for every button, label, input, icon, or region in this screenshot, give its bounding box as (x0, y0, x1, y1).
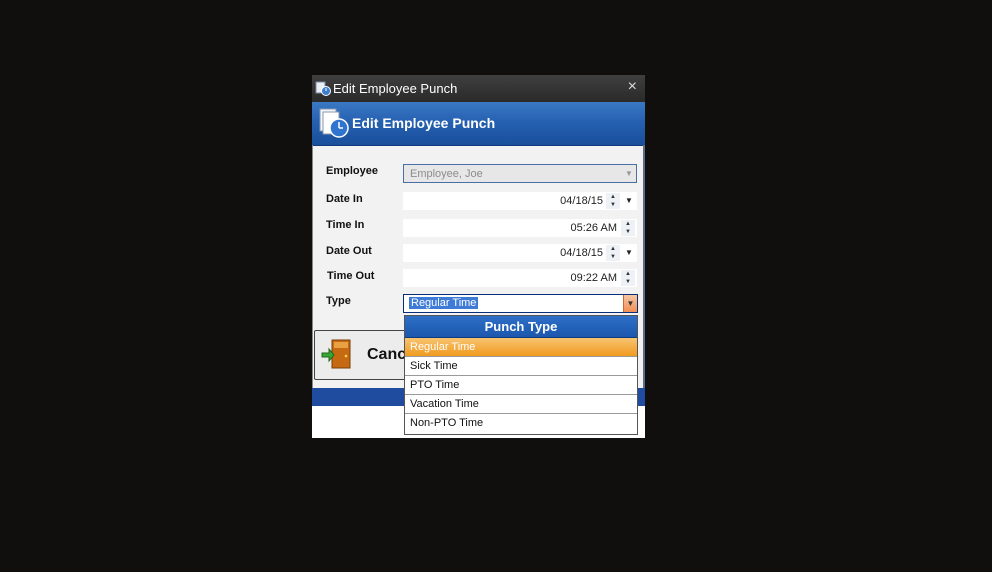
header-banner: Edit Employee Punch (312, 102, 645, 146)
date-out-value: 04/18/15 (560, 247, 603, 259)
chevron-down-icon[interactable]: ▼ (623, 245, 635, 261)
time-in-value: 05:26 AM (570, 222, 617, 234)
time-out-spinner[interactable]: ▲ ▼ (621, 270, 635, 286)
time-out-label: Time Out (327, 270, 375, 282)
employee-label: Employee (326, 165, 378, 177)
right-border (643, 145, 645, 412)
banner-title: Edit Employee Punch (352, 115, 496, 131)
date-out-spinner[interactable]: ▲ ▼ (606, 245, 620, 261)
punch-type-option[interactable]: Regular Time (405, 338, 637, 357)
close-icon[interactable]: × (628, 78, 637, 96)
time-out-field[interactable]: 09:22 AM ▲ ▼ (403, 269, 637, 287)
chevron-down-icon[interactable]: ▼ (623, 166, 635, 182)
date-out-field[interactable]: 04/18/15 ▲ ▼ ▼ (403, 244, 637, 262)
arrow-down-icon[interactable]: ▼ (621, 228, 635, 236)
employee-value: Employee, Joe (410, 168, 483, 180)
date-out-label: Date Out (326, 245, 372, 257)
arrow-down-icon[interactable]: ▼ (621, 278, 635, 286)
punch-clock-icon (319, 108, 349, 138)
type-label: Type (326, 295, 351, 307)
left-border (312, 145, 313, 412)
chevron-down-icon[interactable]: ▼ (623, 193, 635, 209)
time-in-field[interactable]: 05:26 AM ▲ ▼ (403, 219, 637, 237)
date-in-label: Date In (326, 193, 363, 205)
date-in-value: 04/18/15 (560, 195, 603, 207)
date-in-field[interactable]: 04/18/15 ▲ ▼ ▼ (403, 192, 637, 210)
punch-type-option[interactable]: Vacation Time (405, 395, 637, 414)
arrow-up-icon[interactable]: ▲ (621, 220, 635, 228)
window-title: Edit Employee Punch (333, 81, 458, 96)
cancel-button[interactable]: Canc (314, 330, 416, 380)
punch-type-dropdown: Punch Type Regular Time Sick Time PTO Ti… (404, 315, 638, 435)
type-combobox[interactable]: Regular Time ▼ (403, 294, 638, 313)
chevron-down-icon[interactable]: ▼ (623, 295, 637, 312)
punch-type-option[interactable]: PTO Time (405, 376, 637, 395)
arrow-up-icon[interactable]: ▲ (621, 270, 635, 278)
time-in-spinner[interactable]: ▲ ▼ (621, 220, 635, 236)
time-out-value: 09:22 AM (570, 272, 617, 284)
time-in-label: Time In (326, 219, 365, 231)
punch-type-option[interactable]: Non-PTO Time (405, 414, 637, 432)
employee-select[interactable]: Employee, Joe ▼ (403, 164, 637, 183)
punch-type-option[interactable]: Sick Time (405, 357, 637, 376)
arrow-down-icon[interactable]: ▼ (606, 201, 620, 209)
punch-type-header: Punch Type (405, 316, 637, 338)
arrow-down-icon[interactable]: ▼ (606, 253, 620, 261)
punch-clock-icon (315, 81, 331, 96)
date-in-spinner[interactable]: ▲ ▼ (606, 193, 620, 209)
arrow-up-icon[interactable]: ▲ (606, 245, 620, 253)
title-bar[interactable]: Edit Employee Punch × (312, 75, 645, 102)
arrow-up-icon[interactable]: ▲ (606, 193, 620, 201)
exit-door-icon (321, 339, 351, 369)
type-selected-text[interactable]: Regular Time (409, 297, 479, 309)
cancel-button-label: Canc (367, 346, 407, 363)
